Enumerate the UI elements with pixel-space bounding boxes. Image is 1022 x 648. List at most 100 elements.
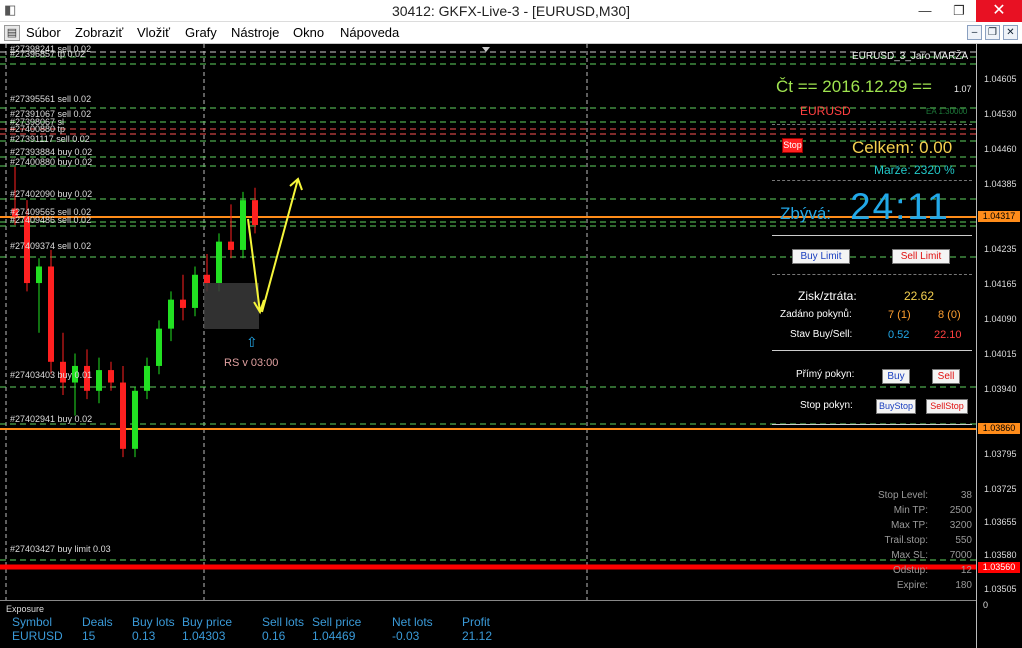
shaded-zone xyxy=(204,283,259,329)
info-value: 550 xyxy=(955,535,972,546)
sell-limit-button[interactable]: Sell Limit xyxy=(892,249,950,264)
price-tick-label: 1.03725 xyxy=(984,484,1017,494)
menu-nastroje[interactable]: Nástroje xyxy=(231,25,279,40)
info-label: Stop Level: xyxy=(877,490,928,501)
exposure-header: Profit xyxy=(462,615,491,629)
window-title: 30412: GKFX-Live-3 - [EURUSD,M30] xyxy=(391,3,631,19)
stav-label: Stav Buy/Sell: xyxy=(790,329,853,340)
price-tick-label: 1.03795 xyxy=(984,449,1017,459)
info-label: Trail.stop: xyxy=(884,535,928,546)
buy-button[interactable]: Buy xyxy=(882,369,910,384)
price-tick-label: 1.04090 xyxy=(984,314,1017,324)
price-tick-label: 1.03505 xyxy=(984,584,1017,594)
candle-body xyxy=(144,365,150,391)
exposure-header: Sell lots xyxy=(262,615,305,629)
exposure-cell: 1.04469 xyxy=(312,629,356,643)
window-titlebar: ◧ 30412: GKFX-Live-3 - [EURUSD,M30] — ❐ … xyxy=(0,0,1022,22)
candle-body xyxy=(48,266,54,362)
exposure-cell: EURUSD xyxy=(12,629,63,643)
menu-okno[interactable]: Okno xyxy=(293,25,324,40)
mdi-close-button[interactable]: ✕ xyxy=(1003,25,1018,40)
zadano-label: Zadáno pokynů: xyxy=(780,309,852,320)
exposure-header: Net lots xyxy=(392,615,433,629)
stop-button[interactable]: Stop xyxy=(782,138,803,153)
marze-label: Marže: 2320 % xyxy=(874,163,955,177)
stop-pokyn-label: Stop pokyn: xyxy=(800,400,853,411)
up-arrow-icon: ⇧ xyxy=(246,334,258,350)
exposure-cell: 15 xyxy=(82,629,96,643)
price-tick-label: 1.04235 xyxy=(984,244,1017,254)
exposure-cell: 21.12 xyxy=(462,629,493,643)
price-tick-label: 1.04530 xyxy=(984,109,1017,119)
info-value: 38 xyxy=(960,490,972,501)
order-label: #27403403 buy 0.01 xyxy=(10,370,93,380)
exposure-panel: Exposure Symbol Deals Buy lots Buy price Sel… xyxy=(0,600,976,648)
info-value: 7000 xyxy=(949,550,972,561)
price-tick-label: 1.04605 xyxy=(984,74,1017,84)
info-value: 12 xyxy=(960,565,972,576)
candle-body xyxy=(252,200,258,226)
chart-window-icon[interactable]: ▤ xyxy=(4,25,20,41)
price-tick-label: 1.04015 xyxy=(984,349,1017,359)
info-value: 180 xyxy=(955,580,972,591)
order-label: #27409374 sell 0.02 xyxy=(10,241,92,251)
menu-zobrazit[interactable]: Zobraziť xyxy=(75,25,123,40)
candle-body xyxy=(204,274,210,284)
order-label: #27400880 tp xyxy=(10,124,66,134)
exposure-cell: -0.03 xyxy=(392,629,420,643)
price-tick-label: 1.04165 xyxy=(984,279,1017,289)
symbol-label: EURUSD xyxy=(800,104,851,118)
info-label: Max TP: xyxy=(890,520,928,531)
info-value: 2500 xyxy=(949,505,972,516)
exposure-title: Exposure xyxy=(6,604,45,614)
chart-canvas xyxy=(0,44,976,600)
menu-napoveda[interactable]: Nápoveda xyxy=(340,25,399,40)
exposure-header: Sell price xyxy=(312,615,362,629)
menu-vlozit[interactable]: Vložiť xyxy=(137,25,170,40)
chart-area[interactable]: #27398241 sell 0.02 #27396857 tp 0.02 #273… xyxy=(0,44,1022,600)
zbyva-time: 24:11 xyxy=(850,186,950,227)
order-label: #27409486 sell 0.02 xyxy=(10,215,92,225)
menu-subor[interactable]: Súbor xyxy=(26,25,61,40)
candle-body xyxy=(228,241,234,250)
candle-body xyxy=(240,200,246,250)
menu-grafy[interactable]: Grafy xyxy=(185,25,217,40)
info-label: Max SL: xyxy=(891,550,928,561)
order-label: #27395561 sell 0.02 xyxy=(10,94,92,104)
session-label: RS v 03:00 xyxy=(224,357,279,369)
mdi-minimize-button[interactable]: – xyxy=(967,25,982,40)
primy-pokyn-label: Přímý pokyn: xyxy=(796,369,855,380)
minimize-button[interactable]: — xyxy=(908,0,942,22)
sellstop-button[interactable]: SellStop xyxy=(926,399,968,414)
maximize-button[interactable]: ❐ xyxy=(942,0,976,22)
info-label: Expire: xyxy=(896,580,928,591)
menu-bar: ▤ Súbor Zobraziť Vložiť Grafy Nástroje O… xyxy=(0,22,1022,44)
candle-body xyxy=(180,299,186,308)
indicator-axis-value: 0 xyxy=(983,600,989,610)
exposure-cell: 0.16 xyxy=(262,629,286,643)
order-label: #27402090 buy 0.02 xyxy=(10,189,93,199)
indicator-axis: 0 xyxy=(976,600,1022,648)
celkem-label: Celkem: 0.00 xyxy=(852,138,953,157)
info-label: Odstup: xyxy=(892,565,928,576)
mdi-restore-button[interactable]: ❐ xyxy=(985,25,1000,40)
sell-button[interactable]: Sell xyxy=(932,369,960,384)
top-value: 1.07 xyxy=(954,84,972,94)
exposure-header: Buy lots xyxy=(132,615,175,629)
exposure-header: Deals xyxy=(82,615,113,629)
zadano-buy: 7 (1) xyxy=(888,309,911,321)
candle-body xyxy=(192,274,198,308)
exposure-header: Buy price xyxy=(182,615,233,629)
exposure-header: Symbol xyxy=(12,615,53,629)
candle-body xyxy=(120,382,126,449)
candle-body xyxy=(156,328,162,366)
date-line: Čt == 2016.12.29 == xyxy=(776,77,932,96)
buy-limit-button[interactable]: Buy Limit xyxy=(792,249,850,264)
stav-buy: 0.52 xyxy=(888,329,910,341)
close-button[interactable]: ✕ xyxy=(976,0,1022,22)
price-tick-label: 1.03655 xyxy=(984,517,1017,527)
price-tick-label: 1.03940 xyxy=(984,384,1017,394)
zbyva-label: Zbývá: xyxy=(780,204,832,223)
buystop-button[interactable]: BuyStop xyxy=(876,399,916,414)
stav-sell: 22.10 xyxy=(934,329,962,341)
